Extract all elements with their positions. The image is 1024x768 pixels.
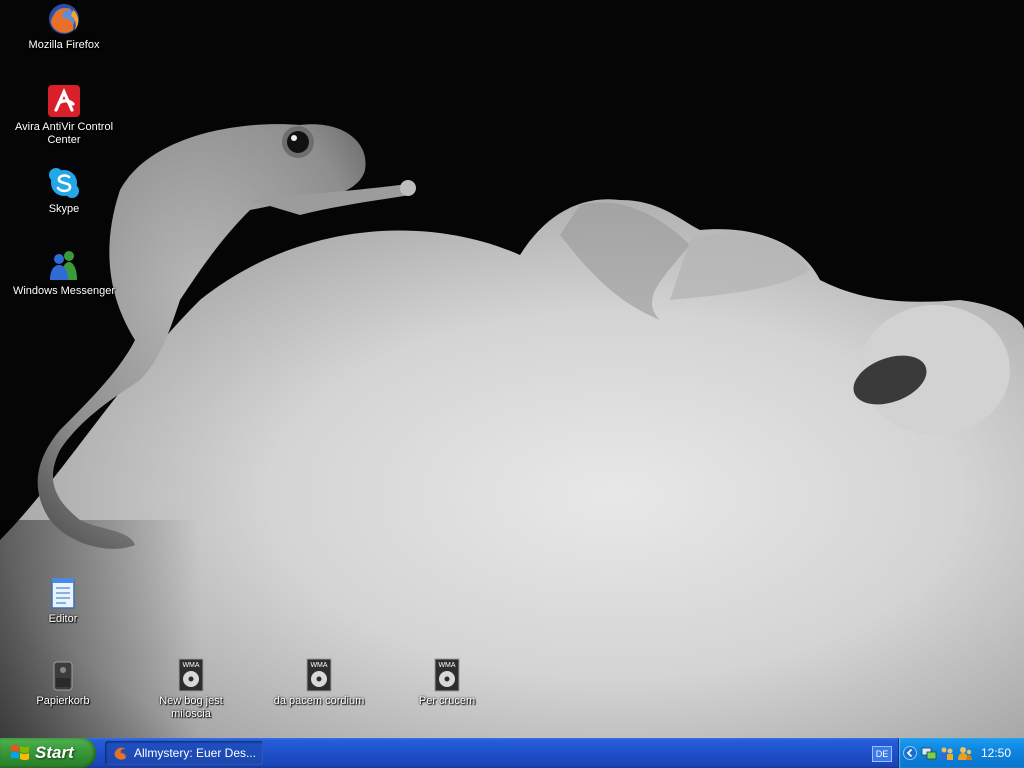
- firefox-icon: [49, 4, 79, 34]
- start-label: Start: [35, 743, 74, 762]
- desktop-icon-skype[interactable]: Skype: [9, 166, 119, 216]
- desktop-icon-recycle-bin[interactable]: Papierkorb: [8, 658, 118, 708]
- wallpaper: [0, 0, 1024, 738]
- wma-file-icon: WMA: [434, 658, 460, 692]
- taskbar-button-label: Allmystery: Euer Des...: [134, 746, 257, 760]
- notepad-icon: [51, 578, 75, 609]
- windows-flag-icon: [11, 744, 29, 761]
- desktop-icon-wma-file[interactable]: WMA New bog jest miloscia: [136, 658, 246, 721]
- wma-file-icon: WMA: [178, 658, 204, 692]
- messenger-icon[interactable]: [957, 745, 973, 761]
- clock: 12:50: [980, 746, 1011, 760]
- wma-badge: WMA: [310, 662, 327, 669]
- desktop-icon-label: Papierkorb: [36, 695, 90, 707]
- wma-badge: WMA: [182, 662, 199, 669]
- desktop-icon-windows-messenger[interactable]: Windows Messenger: [9, 248, 119, 298]
- taskbar[interactable]: Start Allmystery: Euer Des... DE 12:50: [0, 738, 1024, 768]
- desktop-icon-wma-file[interactable]: WMA Per crucem: [392, 658, 502, 708]
- wma-file-icon: WMA: [306, 658, 332, 692]
- language-indicator[interactable]: DE: [872, 746, 892, 762]
- start-button[interactable]: Start: [0, 738, 96, 768]
- chevron-left-icon[interactable]: [903, 746, 917, 760]
- desktop-icon-label: Avira AntiVir Control Center: [14, 121, 114, 146]
- desktop-icon-label: Skype: [48, 203, 80, 215]
- desktop-icon-label: Mozilla Firefox: [28, 39, 100, 51]
- users-icon[interactable]: [939, 745, 955, 761]
- taskbar-button-firefox[interactable]: Allmystery: Euer Des...: [105, 741, 263, 765]
- desktop-icon-label: da pacem cordium: [273, 695, 365, 707]
- desktop-icon-label: Editor: [48, 613, 78, 625]
- desktop[interactable]: Mozilla Firefox Avira AntiVir Control Ce…: [0, 0, 1024, 738]
- network-icon[interactable]: [921, 745, 937, 761]
- windows-messenger-icon: [50, 251, 77, 280]
- desktop-icon-firefox[interactable]: Mozilla Firefox: [9, 2, 119, 52]
- recycle-bin-icon: [53, 661, 73, 691]
- desktop-icon-wma-file[interactable]: WMA da pacem cordium: [264, 658, 374, 708]
- wma-badge: WMA: [438, 662, 455, 669]
- skype-icon: [49, 168, 79, 198]
- desktop-icon-label: New bog jest miloscia: [159, 695, 223, 720]
- desktop-icon-label: Per crucem: [418, 695, 476, 707]
- avira-icon: [48, 85, 80, 117]
- firefox-icon: [114, 746, 128, 760]
- desktop-icon-label: Windows Messenger: [12, 285, 116, 297]
- system-tray: 12:50: [898, 738, 1024, 768]
- desktop-icon-avira[interactable]: Avira AntiVir Control Center: [9, 84, 119, 147]
- desktop-icon-editor[interactable]: Editor: [8, 576, 118, 626]
